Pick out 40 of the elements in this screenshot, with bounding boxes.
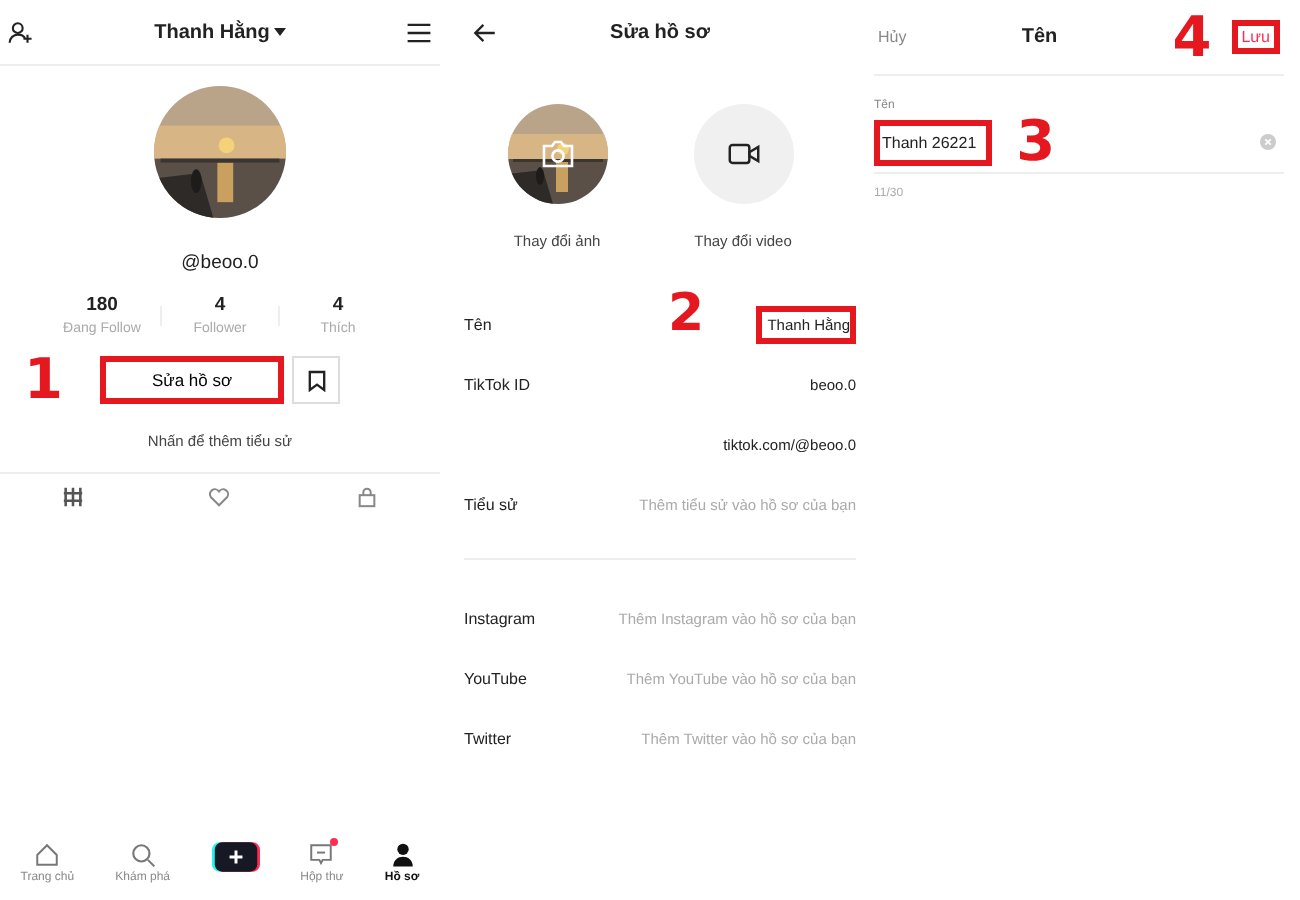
field-label: Instagram (464, 609, 536, 627)
video-button[interactable] (693, 104, 793, 204)
video-camera-icon (727, 140, 759, 168)
screen-title: Tên (1021, 26, 1058, 48)
menu-icon[interactable] (406, 19, 432, 45)
cancel-button[interactable]: Hủy (878, 28, 907, 46)
stat-value: 4 (214, 294, 226, 316)
save-button[interactable]: Lưu (1231, 20, 1280, 54)
photo-button[interactable] (507, 104, 607, 204)
caret-icon[interactable] (273, 28, 286, 36)
grid-icon[interactable] (62, 485, 85, 507)
stat-value: 4 (332, 294, 344, 316)
step-number: 1 (24, 352, 63, 408)
stat-value: 180 (86, 294, 118, 316)
field-label: Tiểu sử (464, 495, 518, 513)
create-icon (211, 842, 260, 872)
person-icon (389, 842, 416, 868)
name-input[interactable]: Thanh 26221 (874, 119, 993, 165)
back-icon[interactable] (472, 19, 498, 45)
bookmark-icon (307, 369, 325, 391)
step-number: 3 (1016, 114, 1058, 170)
avatar[interactable] (154, 86, 286, 218)
add-user-icon[interactable] (8, 19, 34, 45)
step-number: 2 (668, 288, 705, 340)
search-icon (129, 842, 156, 868)
home-icon (34, 842, 61, 868)
screen-title: Sửa hồ sơ (610, 21, 710, 43)
profile-name[interactable]: Thanh Hằng (154, 21, 270, 43)
field-label: Twitter (464, 729, 512, 747)
field-label: Tên (464, 315, 492, 333)
bookmark-button[interactable] (292, 356, 340, 404)
inbox-icon (308, 842, 335, 868)
field-label: YouTube (464, 669, 527, 687)
lock-icon[interactable] (355, 485, 378, 507)
edit-profile-button[interactable]: Sửa hồ sơ (100, 356, 284, 404)
username: @beoo.0 (179, 252, 261, 274)
camera-icon (541, 140, 573, 168)
step-number: 4 (1172, 9, 1212, 65)
field-label: TikTok ID (464, 375, 531, 393)
heart-icon[interactable] (208, 485, 231, 507)
